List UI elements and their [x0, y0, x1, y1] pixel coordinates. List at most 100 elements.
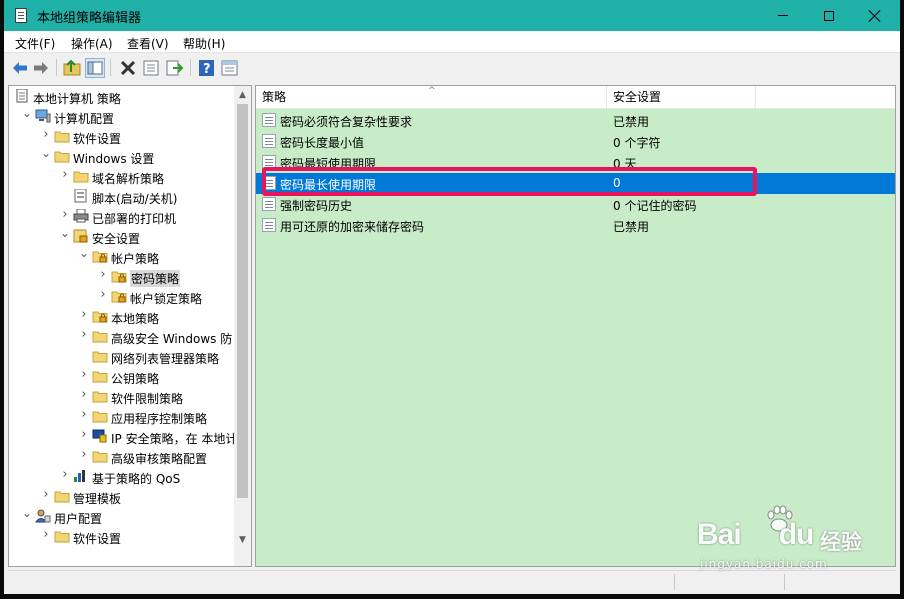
- tree-scroll-thumb[interactable]: [237, 104, 248, 498]
- tree-item[interactable]: › 高级安全 Windows 防: [9, 327, 234, 347]
- security-icon: [73, 229, 89, 243]
- policy-setting-icon: [262, 134, 276, 148]
- policy-row[interactable]: 用可还原的加密来储存密码 已禁用: [256, 215, 895, 236]
- forward-button[interactable]: [31, 58, 51, 78]
- chevron-right-icon[interactable]: ›: [97, 268, 109, 281]
- chevron-right-icon[interactable]: ›: [40, 488, 52, 501]
- list-header: 策略 ^ 安全设置: [256, 86, 895, 109]
- tree-item[interactable]: › 管理模板: [9, 487, 234, 507]
- chevron-down-icon[interactable]: ⌄: [21, 107, 33, 119]
- tree-item[interactable]: › 高级审核策略配置: [9, 447, 234, 467]
- chevron-right-icon[interactable]: ›: [97, 288, 109, 301]
- policy-doc-icon: [14, 88, 30, 103]
- view-button[interactable]: [220, 58, 240, 78]
- back-icon: [13, 62, 27, 74]
- chevron-down-icon[interactable]: ⌄: [59, 227, 71, 239]
- locked-folder-icon: [111, 269, 127, 283]
- tree-item[interactable]: › 帐户锁定策略: [9, 287, 234, 307]
- menu-file[interactable]: 文件(F): [15, 35, 55, 52]
- chevron-down-icon[interactable]: ⌄: [40, 147, 52, 159]
- up-folder-button[interactable]: [62, 58, 82, 78]
- tree-item[interactable]: › 公钥策略: [9, 367, 234, 387]
- tree-item[interactable]: › 已部署的打印机: [9, 207, 234, 227]
- tree-item[interactable]: › 软件设置: [9, 127, 234, 147]
- back-button[interactable]: [10, 58, 30, 78]
- tree-item[interactable]: › 应用程序控制策略: [9, 407, 234, 427]
- tree-item[interactable]: 脚本(启动/关机): [9, 187, 234, 207]
- properties-icon: [143, 60, 159, 76]
- policy-row[interactable]: 强制密码历史 0 个记住的密码: [256, 194, 895, 215]
- locked-folder-icon: [111, 289, 127, 303]
- help-icon: ?: [199, 60, 214, 77]
- locked-folder-icon: [92, 309, 108, 323]
- tree-item[interactable]: › IP 安全策略，在 本地计: [9, 427, 234, 447]
- menu-help[interactable]: 帮助(H): [183, 35, 225, 52]
- tree-item-label: 软件设置: [73, 532, 122, 546]
- chevron-down-icon[interactable]: ⌄: [78, 247, 90, 259]
- policy-row[interactable]: 密码必须符合复杂性要求 已禁用: [256, 110, 895, 131]
- computer-icon: [35, 109, 51, 123]
- tree-item-label: 公钥策略: [111, 372, 160, 386]
- chevron-right-icon[interactable]: ›: [78, 368, 90, 381]
- view-icon: [221, 60, 238, 76]
- help-button[interactable]: ?: [197, 58, 217, 78]
- show-hide-tree-icon: [87, 61, 103, 75]
- chevron-right-icon[interactable]: ›: [59, 468, 71, 481]
- window: 本地组策略编辑器 文件(F) 操作(A) 查看(V) 帮助(H) ? 本地计算机…: [4, 0, 900, 594]
- maximize-icon: [824, 10, 834, 21]
- tree-item[interactable]: 网络列表管理器策略: [9, 347, 234, 367]
- chevron-right-icon[interactable]: ›: [78, 388, 90, 401]
- title-bar[interactable]: 本地组策略编辑器: [4, 0, 900, 31]
- chevron-right-icon[interactable]: ›: [78, 328, 90, 341]
- chevron-down-icon[interactable]: ⌄: [21, 507, 33, 519]
- folder-icon: [54, 129, 70, 143]
- security-setting-value: 0 个记住的密码: [613, 199, 697, 213]
- folder-icon: [92, 389, 108, 403]
- chevron-right-icon[interactable]: ›: [59, 168, 71, 181]
- tree-item-label: 用户配置: [54, 512, 103, 526]
- scroll-up-icon[interactable]: ▲: [237, 87, 248, 103]
- delete-button[interactable]: [118, 58, 138, 78]
- tree-item[interactable]: 本地计算机 策略: [9, 87, 234, 107]
- column-header-setting[interactable]: 安全设置: [607, 86, 756, 109]
- menu-action[interactable]: 操作(A): [71, 35, 113, 52]
- policy-editor-app-icon: [15, 8, 27, 23]
- chevron-right-icon[interactable]: ›: [78, 428, 90, 441]
- tree-item[interactable]: ⌄ 用户配置: [9, 507, 234, 527]
- tree-item[interactable]: ⌄ 安全设置: [9, 227, 234, 247]
- tree-scrollbar[interactable]: ▲ ▼: [234, 86, 251, 566]
- chevron-right-icon[interactable]: ›: [78, 448, 90, 461]
- tree-item-label: 已部署的打印机: [92, 212, 177, 226]
- policy-row[interactable]: 密码长度最小值 0 个字符: [256, 131, 895, 152]
- tree-item[interactable]: › 基于策略的 QoS: [9, 467, 234, 487]
- tree-item-label: 帐户策略: [111, 252, 160, 266]
- menu-view[interactable]: 查看(V): [127, 35, 169, 52]
- tree-item[interactable]: › 软件设置: [9, 527, 234, 547]
- show-hide-tree-button[interactable]: [85, 58, 105, 78]
- close-button[interactable]: [852, 0, 898, 31]
- minimize-button[interactable]: [760, 0, 806, 31]
- chevron-right-icon[interactable]: ›: [78, 308, 90, 321]
- tree-item[interactable]: › 本地策略: [9, 307, 234, 327]
- chevron-right-icon[interactable]: ›: [78, 408, 90, 421]
- policy-list-pane: 策略 ^ 安全设置 密码必须符合复杂性要求 已禁用 密码长度最小值 0 个字符 密码最短…: [255, 85, 896, 567]
- tree-item[interactable]: › 密码策略: [9, 267, 234, 287]
- tree-pane[interactable]: 本地计算机 策略 ⌄ 计算机配置 › 软件设置 ⌄ Windows 设置 › 域名解析策略 脚本(…: [8, 85, 252, 567]
- folder-icon: [54, 489, 70, 503]
- chevron-right-icon[interactable]: ›: [59, 208, 71, 221]
- tree-item[interactable]: › 软件限制策略: [9, 387, 234, 407]
- scroll-down-icon[interactable]: ▼: [237, 532, 248, 548]
- properties-button[interactable]: [141, 58, 161, 78]
- export-button[interactable]: [164, 58, 184, 78]
- tree-item[interactable]: ⌄ Windows 设置: [9, 147, 234, 167]
- chevron-right-icon[interactable]: ›: [40, 128, 52, 141]
- tree-item[interactable]: › 域名解析策略: [9, 167, 234, 187]
- security-setting-value: 已禁用: [613, 220, 650, 234]
- tree-item-label: 帐户锁定策略: [130, 292, 203, 306]
- locked-folder-icon: [92, 249, 108, 263]
- tree-item[interactable]: ⌄ 帐户策略: [9, 247, 234, 267]
- maximize-button[interactable]: [806, 0, 852, 31]
- tree-item[interactable]: ⌄ 计算机配置: [9, 107, 234, 127]
- chevron-right-icon[interactable]: ›: [40, 528, 52, 541]
- tree-item-label: 域名解析策略: [92, 172, 165, 186]
